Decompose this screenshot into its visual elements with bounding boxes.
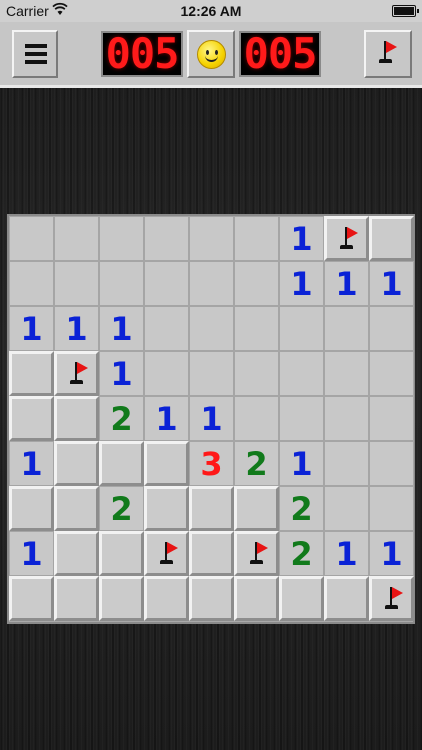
number-cell[interactable]: 2 bbox=[99, 486, 144, 531]
open-cell[interactable] bbox=[144, 351, 189, 396]
flag-icon bbox=[377, 39, 399, 65]
open-cell[interactable] bbox=[189, 351, 234, 396]
open-cell[interactable] bbox=[9, 261, 54, 306]
open-cell[interactable] bbox=[324, 306, 369, 351]
number-cell[interactable]: 1 bbox=[189, 396, 234, 441]
closed-cell[interactable] bbox=[99, 576, 144, 621]
open-cell[interactable] bbox=[279, 396, 324, 441]
number-cell[interactable]: 2 bbox=[99, 396, 144, 441]
flagged-cell[interactable] bbox=[54, 351, 99, 396]
open-cell[interactable] bbox=[324, 441, 369, 486]
open-cell[interactable] bbox=[369, 306, 414, 351]
closed-cell[interactable] bbox=[144, 441, 189, 486]
open-cell[interactable] bbox=[54, 261, 99, 306]
number-cell[interactable]: 1 bbox=[279, 216, 324, 261]
closed-cell[interactable] bbox=[234, 486, 279, 531]
flagged-cell[interactable] bbox=[324, 216, 369, 261]
open-cell[interactable] bbox=[99, 216, 144, 261]
closed-cell[interactable] bbox=[189, 576, 234, 621]
flag-icon bbox=[68, 360, 90, 386]
open-cell[interactable] bbox=[189, 261, 234, 306]
flag-icon bbox=[158, 540, 180, 566]
battery-icon bbox=[392, 5, 419, 17]
open-cell[interactable] bbox=[369, 486, 414, 531]
open-cell[interactable] bbox=[234, 261, 279, 306]
closed-cell[interactable] bbox=[54, 531, 99, 576]
number-cell[interactable]: 1 bbox=[324, 261, 369, 306]
open-cell[interactable] bbox=[144, 261, 189, 306]
number-cell[interactable]: 1 bbox=[9, 441, 54, 486]
closed-cell[interactable] bbox=[279, 576, 324, 621]
closed-cell[interactable] bbox=[9, 486, 54, 531]
closed-cell[interactable] bbox=[99, 441, 144, 486]
open-cell[interactable] bbox=[189, 216, 234, 261]
open-cell[interactable] bbox=[234, 306, 279, 351]
number-cell[interactable]: 1 bbox=[279, 261, 324, 306]
closed-cell[interactable] bbox=[9, 351, 54, 396]
closed-cell[interactable] bbox=[99, 531, 144, 576]
open-cell[interactable] bbox=[9, 216, 54, 261]
closed-cell[interactable] bbox=[369, 216, 414, 261]
number-cell[interactable]: 1 bbox=[324, 531, 369, 576]
flagged-cell[interactable] bbox=[144, 531, 189, 576]
flag-mode-button[interactable] bbox=[364, 30, 412, 78]
closed-cell[interactable] bbox=[54, 396, 99, 441]
closed-cell[interactable] bbox=[54, 441, 99, 486]
number-cell[interactable]: 1 bbox=[369, 531, 414, 576]
open-cell[interactable] bbox=[234, 396, 279, 441]
number-cell[interactable]: 1 bbox=[99, 306, 144, 351]
open-cell[interactable] bbox=[324, 486, 369, 531]
closed-cell[interactable] bbox=[189, 486, 234, 531]
open-cell[interactable] bbox=[369, 351, 414, 396]
flagged-cell[interactable] bbox=[234, 531, 279, 576]
number-cell[interactable]: 1 bbox=[144, 396, 189, 441]
minefield-board: 111111112111321221211 bbox=[7, 214, 415, 624]
number-cell[interactable]: 1 bbox=[99, 351, 144, 396]
number-cell[interactable]: 3 bbox=[189, 441, 234, 486]
mines-remaining-counter: 005 bbox=[101, 31, 183, 77]
open-cell[interactable] bbox=[189, 306, 234, 351]
closed-cell[interactable] bbox=[9, 576, 54, 621]
timer-counter: 005 bbox=[239, 31, 321, 77]
closed-cell[interactable] bbox=[324, 576, 369, 621]
new-game-button[interactable] bbox=[187, 30, 235, 78]
closed-cell[interactable] bbox=[234, 576, 279, 621]
status-bar: Carrier 12:26 AM bbox=[0, 0, 422, 22]
number-cell[interactable]: 1 bbox=[279, 441, 324, 486]
closed-cell[interactable] bbox=[9, 396, 54, 441]
open-cell[interactable] bbox=[99, 261, 144, 306]
flagged-cell[interactable] bbox=[369, 576, 414, 621]
closed-cell[interactable] bbox=[189, 531, 234, 576]
closed-cell[interactable] bbox=[144, 486, 189, 531]
open-cell[interactable] bbox=[369, 396, 414, 441]
open-cell[interactable] bbox=[324, 396, 369, 441]
open-cell[interactable] bbox=[234, 351, 279, 396]
menu-button[interactable] bbox=[12, 30, 58, 78]
closed-cell[interactable] bbox=[54, 486, 99, 531]
open-cell[interactable] bbox=[369, 441, 414, 486]
closed-cell[interactable] bbox=[54, 576, 99, 621]
open-cell[interactable] bbox=[144, 216, 189, 261]
number-cell[interactable]: 1 bbox=[54, 306, 99, 351]
flag-icon bbox=[338, 225, 360, 251]
flag-icon bbox=[383, 585, 405, 611]
open-cell[interactable] bbox=[54, 216, 99, 261]
closed-cell[interactable] bbox=[144, 576, 189, 621]
open-cell[interactable] bbox=[234, 216, 279, 261]
number-cell[interactable]: 1 bbox=[9, 306, 54, 351]
game-toolbar: 005 005 bbox=[0, 22, 422, 88]
smiley-face-icon bbox=[197, 40, 226, 69]
status-time: 12:26 AM bbox=[180, 3, 242, 19]
number-cell[interactable]: 1 bbox=[369, 261, 414, 306]
number-cell[interactable]: 1 bbox=[9, 531, 54, 576]
open-cell[interactable] bbox=[279, 351, 324, 396]
flag-icon bbox=[248, 540, 270, 566]
number-cell[interactable]: 2 bbox=[279, 486, 324, 531]
open-cell[interactable] bbox=[324, 351, 369, 396]
open-cell[interactable] bbox=[144, 306, 189, 351]
number-cell[interactable]: 2 bbox=[279, 531, 324, 576]
number-cell[interactable]: 2 bbox=[234, 441, 279, 486]
open-cell[interactable] bbox=[279, 306, 324, 351]
